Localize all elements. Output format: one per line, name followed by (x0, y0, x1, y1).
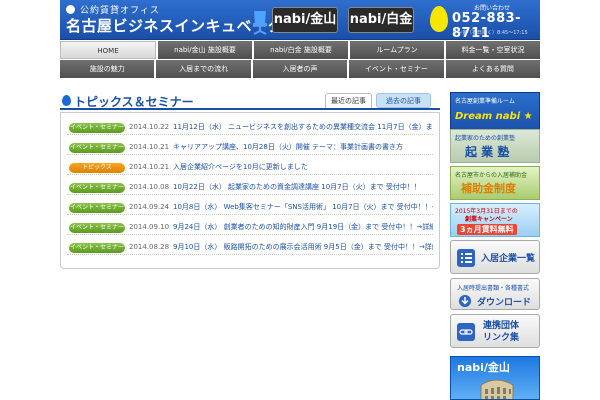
topic-date: 2014.08.28 (129, 243, 170, 251)
contact-egg-icon (430, 6, 448, 32)
nav-shirogane-overview[interactable]: nabi/白金 施設概要 (254, 41, 348, 59)
tenant-list-label: 入居企業一覧 (481, 254, 536, 264)
kigyo-juku-banner[interactable]: 起業家のための創業塾 起 業 塾 (450, 129, 540, 163)
partner-links-label-line-1: 連携団体 (483, 321, 520, 331)
logo-dot-icon (66, 5, 75, 14)
topic-date: 2014.10.08 (129, 183, 170, 191)
site-logo[interactable]: 公約賃貸オフィス 名古屋ビジネスインキュベータ (66, 3, 283, 37)
partner-links-button[interactable]: 連携団体 リンク集 (450, 314, 540, 348)
main-nav-row-2: 施設の魅力 入居までの流れ 入居者の声 イベント・セミナー よくある質問 (60, 60, 541, 78)
topic-row[interactable]: イベント・セミナー 2014.10.08 10月22日（水） 起業家のための資金… (67, 179, 433, 195)
banner-subtitle-2: 創業キャンペーン (465, 216, 513, 223)
topic-row[interactable]: イベント・セミナー 2014.10.21 キャリアアップ講座、10月28日（火）… (67, 139, 433, 155)
nav-kanayama-overview[interactable]: nabi/金山 施設概要 (158, 41, 252, 59)
topic-row[interactable]: イベント・セミナー 2014.09.24 10月8日（水） Web集客セミナー「… (67, 199, 433, 215)
topic-row[interactable]: イベント・セミナー 2014.08.28 9月10日（水） 販路開拓のための展示… (67, 239, 433, 255)
topics-divider (60, 108, 440, 110)
topic-link[interactable]: 9月24日（水） 創業者のための知的財産入門 9月19日（金）まで 受付中！！→… (173, 222, 433, 232)
topic-date: 2014.10.22 (129, 123, 170, 131)
brand-kanayama-button[interactable]: nabi/金山 (272, 7, 338, 33)
topic-link[interactable]: 9月10日（水） 販路開拓のための展示会活用術 9月5日（金）まで 受付中！！→… (173, 242, 433, 252)
topics-title-text: トピックス＆セミナー (74, 95, 194, 109)
banner-title: 3ヵ月賃料無料 (457, 224, 517, 235)
topic-link[interactable]: 入居企業紹介ページを10月に更新しました (173, 162, 433, 172)
topic-badge: イベント・セミナー (69, 243, 125, 253)
topic-badge: イベント・セミナー (69, 123, 125, 133)
banner-title: Dream nabi ★ (455, 111, 533, 122)
list-icon (457, 249, 475, 267)
topic-link[interactable]: 10月22日（水） 起業家のための資金調達講座 10月7日（火）まで 受付中！！ (173, 182, 433, 192)
download-label: ダウンロード (477, 298, 532, 308)
nav-home[interactable]: HOME (60, 41, 156, 59)
topic-date: 2014.09.10 (129, 223, 170, 231)
brand-shirogane-button[interactable]: nabi/白金 (348, 7, 414, 33)
topic-badge: イベント・セミナー (69, 143, 125, 153)
banner-subtitle: 名古屋市からの入居補助金 (455, 172, 528, 179)
banner-title: nabi/金山 (457, 361, 510, 374)
contact-phone[interactable]: 052-883-8711 (452, 11, 540, 41)
tab-recent-articles[interactable]: 最近の記事 (325, 93, 372, 108)
banner-title: 起 業 塾 (465, 145, 510, 159)
topic-row[interactable]: イベント・セミナー 2014.09.10 9月24日（水） 創業者のための知的財… (67, 219, 433, 235)
site-header: 公約賃貸オフィス 名古屋ビジネスインキュベータ nabi/金山 nabi/白金 … (60, 0, 540, 41)
nav-move-in-flow[interactable]: 入居までの流れ (156, 60, 251, 78)
link-chain-icon (457, 323, 475, 341)
subsidy-banner[interactable]: 名古屋市からの入居補助金 補助金制度 (450, 166, 540, 200)
nav-faq[interactable]: よくある質問 (445, 60, 541, 78)
kanayama-banner[interactable]: nabi/金山 (450, 356, 540, 400)
download-arrow-icon (459, 295, 471, 307)
topics-list: イベント・セミナー 2014.10.22 11月12日（水） ニュービジネスを創… (60, 112, 440, 269)
nav-events-seminars[interactable]: イベント・セミナー (349, 60, 444, 78)
topic-date: 2014.10.21 (129, 163, 170, 171)
nav-room-plan[interactable]: ルームプラン (350, 41, 444, 59)
topic-link[interactable]: 10月8日（水） Web集客セミナー「SNS活用術」 10月7日（火）まで 受付… (173, 202, 433, 212)
topic-badge: イベント・セミナー (69, 183, 125, 193)
topic-date: 2014.10.21 (129, 143, 170, 151)
contact-hours: 月〜金（祝日除く）8:45〜17:15 (452, 30, 528, 36)
dream-nabi-banner[interactable]: 名古屋創業準備ルーム Dream nabi ★ (450, 92, 540, 134)
banner-subtitle: 起業家のための創業塾 (455, 135, 516, 142)
topic-link[interactable]: 11月12日（水） ニュービジネスを創出するための異業種交流会 11月7日（金）… (173, 122, 433, 132)
topic-row[interactable]: イベント・セミナー 2014.10.22 11月12日（水） ニュービジネスを創… (67, 119, 433, 135)
topic-date: 2014.09.24 (129, 203, 170, 211)
tab-past-articles[interactable]: 過去の記事 (376, 93, 431, 108)
building-icon (480, 379, 514, 399)
banner-subtitle: 名古屋創業準備ルーム (455, 98, 515, 105)
download-button[interactable]: 入居時提出書類・各種書式 ダウンロード (450, 278, 540, 310)
topic-row[interactable]: トピックス 2014.10.21 入居企業紹介ページを10月に更新しました (67, 159, 433, 175)
partner-links-label: 連携団体 リンク集 (483, 320, 519, 344)
topic-link[interactable]: キャリアアップ講座、10月28日（火）開催 テーマ：事業計画書の書き方 (173, 142, 433, 152)
topic-badge: イベント・セミナー (69, 203, 125, 213)
partner-links-label-line-2: リンク集 (483, 333, 520, 343)
download-caption: 入居時提出書類・各種書式 (457, 285, 530, 292)
main-nav-row-1: HOME nabi/金山 施設概要 nabi/白金 施設概要 ルームプラン 料金… (60, 41, 540, 59)
tenant-list-button[interactable]: 入居企業一覧 (450, 240, 540, 274)
nav-facility-appeal[interactable]: 施設の魅力 (60, 60, 155, 78)
topic-badge: トピックス (69, 163, 125, 173)
campaign-banner[interactable]: 2015年3月31日までの 創業キャンペーン 3ヵ月賃料無料 (450, 203, 540, 237)
chair-icon (253, 11, 267, 35)
nav-tenant-voices[interactable]: 入居者の声 (252, 60, 348, 78)
topic-badge: イベント・セミナー (69, 223, 125, 233)
banner-title: 補助金制度 (461, 182, 516, 195)
nav-pricing-vacancy[interactable]: 料金一覧・空室状況 (446, 41, 540, 59)
